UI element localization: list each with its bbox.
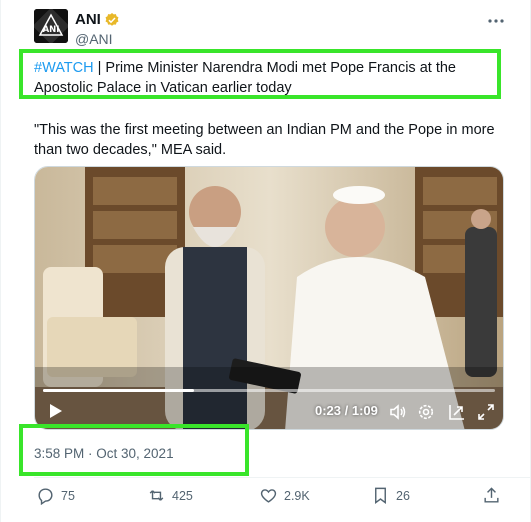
reply-button[interactable]: 75: [36, 486, 75, 505]
reply-icon: [38, 488, 53, 505]
highlight-box-tweet-text: [19, 49, 501, 99]
author-names: ANI @ANI: [75, 11, 120, 48]
volume-icon[interactable]: [389, 403, 407, 421]
repost-icon: [149, 490, 164, 501]
video-controls: 0:23 / 1:09: [35, 383, 503, 429]
author-name[interactable]: ANI: [75, 11, 101, 29]
share-button[interactable]: [482, 486, 501, 505]
reply-count: 75: [61, 488, 75, 503]
author-handle[interactable]: @ANI: [75, 30, 120, 48]
tweet-card: ANI ANI @ANI #WATCH | Prime Minister Nar…: [0, 0, 531, 522]
repost-button[interactable]: 425: [147, 486, 193, 505]
settings-icon[interactable]: [417, 403, 435, 421]
bookmark-button[interactable]: 26: [371, 486, 410, 505]
avatar-logo-text: ANI: [43, 25, 60, 35]
more-options-icon[interactable]: [484, 11, 508, 31]
gold-verified-badge-icon: [104, 12, 120, 28]
bookmark-count: 26: [396, 488, 410, 503]
heart-icon: [260, 489, 277, 503]
share-icon: [484, 487, 499, 503]
video-player[interactable]: 0:23 / 1:09: [34, 166, 504, 430]
video-time: 0:23 / 1:09: [315, 403, 378, 418]
video-progress-bar[interactable]: [43, 389, 495, 392]
repost-count: 425: [172, 488, 193, 503]
tweet-quote-text: "This was the first meeting between an I…: [34, 122, 495, 158]
like-button[interactable]: 2.9K: [259, 486, 310, 505]
tweet-header: ANI ANI @ANI: [34, 9, 510, 48]
like-count: 2.9K: [284, 488, 310, 503]
fullscreen-icon[interactable]: [477, 403, 495, 421]
video-progress-fill: [43, 389, 194, 392]
picture-in-picture-icon[interactable]: [448, 403, 466, 421]
tweet-actions: 75 425 2.9K 26: [34, 486, 504, 508]
highlight-box-timestamp: [19, 424, 249, 476]
avatar[interactable]: ANI: [34, 9, 68, 43]
play-icon[interactable]: [45, 401, 65, 421]
bookmark-icon: [375, 487, 386, 505]
divider: [34, 477, 530, 478]
